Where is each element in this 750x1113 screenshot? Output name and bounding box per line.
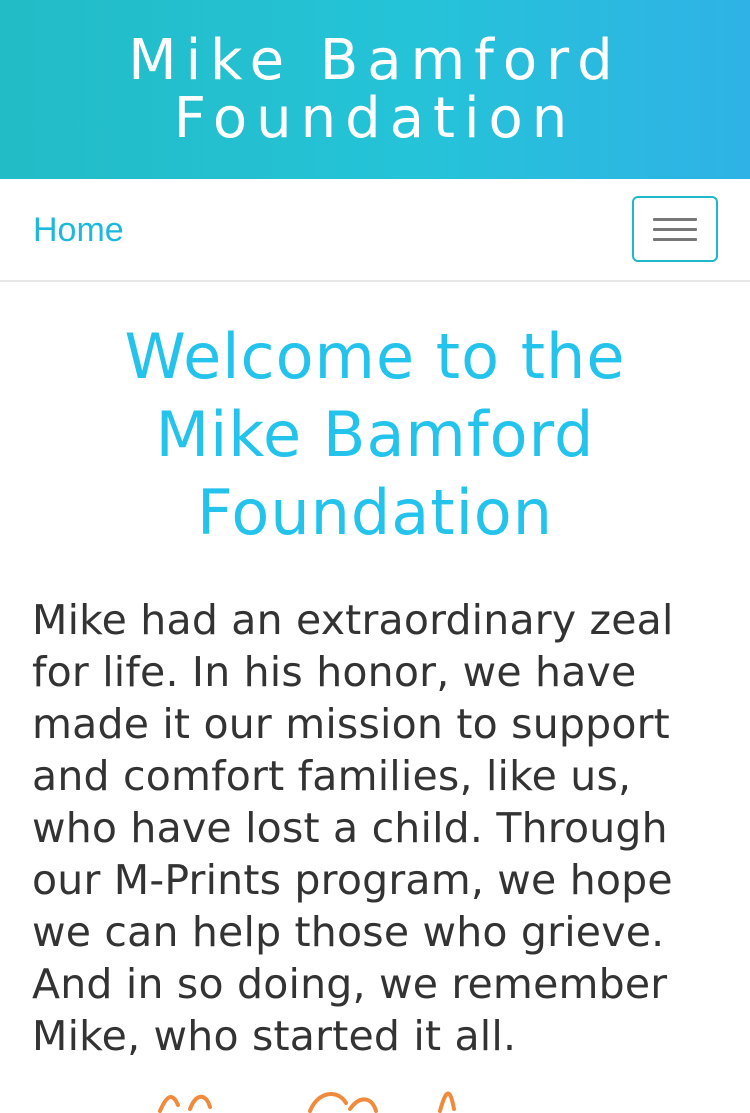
hamburger-bar [653, 227, 697, 231]
hamburger-bar [653, 217, 697, 221]
welcome-heading: Welcome to the Mike Bamford Foundation [32, 318, 718, 552]
welcome-line1: Welcome to the [124, 320, 626, 393]
main-content: Welcome to the Mike Bamford Foundation M… [0, 318, 750, 1062]
nav-home-link[interactable]: Home [33, 211, 124, 250]
site-title-line2: Foundation [173, 85, 577, 151]
hamburger-menu-button[interactable] [632, 196, 718, 262]
signature-image [158, 1091, 456, 1113]
signature-stroke [158, 1091, 456, 1113]
welcome-line2: Mike Bamford [155, 398, 595, 471]
intro-paragraph: Mike had an extraordinary zeal for life.… [32, 596, 674, 1060]
site-header: Mike Bamford Foundation [0, 0, 750, 179]
hamburger-bar [653, 237, 697, 241]
navbar: Home [0, 179, 750, 282]
welcome-line3: Foundation [196, 476, 554, 549]
site-title-line1: Mike Bamford [128, 27, 622, 93]
